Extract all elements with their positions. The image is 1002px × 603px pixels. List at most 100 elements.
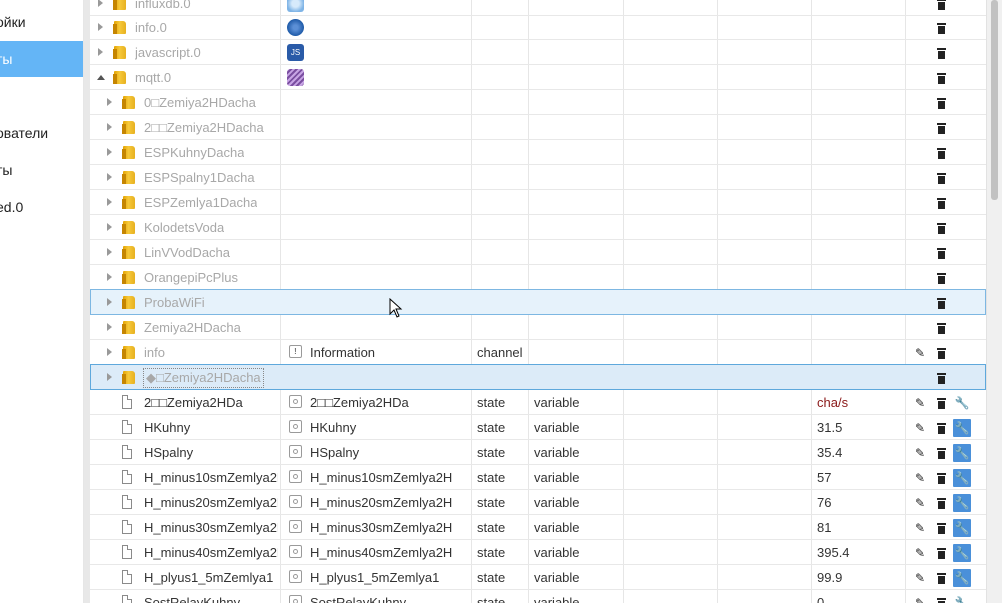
state-value[interactable]: 76 bbox=[817, 495, 831, 510]
expand-toggle[interactable] bbox=[107, 223, 112, 231]
tree-row-folder-hovered[interactable]: ProbaWiFi bbox=[90, 289, 986, 315]
sidebar-item-settings[interactable]: ойки bbox=[0, 4, 83, 40]
delete-icon[interactable] bbox=[932, 444, 950, 462]
tree-row-folder[interactable]: OrangepiPcPlus bbox=[90, 266, 986, 290]
delete-icon[interactable] bbox=[932, 419, 950, 437]
sidebar-item-objects[interactable]: ты bbox=[0, 41, 83, 77]
wrench-icon[interactable]: 🔧 bbox=[953, 594, 971, 603]
delete-icon[interactable] bbox=[932, 344, 950, 362]
delete-icon[interactable] bbox=[932, 394, 950, 412]
state-row[interactable]: H_minus40smZemlya2H H_minus40smZemlya2H … bbox=[90, 541, 986, 565]
tree-row-folder[interactable]: 2□□Zemiya2HDacha bbox=[90, 116, 986, 140]
delete-icon[interactable] bbox=[932, 469, 950, 487]
tree-row-info-adapter[interactable]: info.0 bbox=[90, 16, 986, 40]
tree-row-folder[interactable]: Zemiya2HDacha bbox=[90, 316, 986, 340]
expand-toggle[interactable] bbox=[107, 148, 112, 156]
delete-icon[interactable] bbox=[932, 369, 950, 387]
tree-row-folder[interactable]: ESPZemlya1Dacha bbox=[90, 191, 986, 215]
delete-icon[interactable] bbox=[932, 494, 950, 512]
delete-icon[interactable] bbox=[932, 319, 950, 337]
edit-icon[interactable]: ✎ bbox=[911, 569, 929, 587]
edit-icon[interactable]: ✎ bbox=[911, 344, 929, 362]
state-value[interactable]: 99.9 bbox=[817, 570, 842, 585]
state-row[interactable]: H_minus20smZemlya2H H_minus20smZemlya2H … bbox=[90, 491, 986, 515]
state-value[interactable]: 0 bbox=[817, 595, 824, 603]
state-row[interactable]: SostRelayKuhny SostRelayKuhny state vari… bbox=[90, 591, 986, 603]
edit-icon[interactable]: ✎ bbox=[911, 419, 929, 437]
delete-icon[interactable] bbox=[932, 44, 950, 62]
state-value[interactable]: 57 bbox=[817, 470, 831, 485]
delete-icon[interactable] bbox=[932, 244, 950, 262]
delete-icon[interactable] bbox=[932, 594, 950, 603]
expand-toggle[interactable] bbox=[98, 48, 103, 56]
delete-icon[interactable] bbox=[932, 269, 950, 287]
sidebar-item-events[interactable]: ты bbox=[0, 152, 83, 188]
edit-icon[interactable]: ✎ bbox=[911, 494, 929, 512]
delete-icon[interactable] bbox=[932, 169, 950, 187]
state-value[interactable]: 35.4 bbox=[817, 445, 842, 460]
tree-row-folder[interactable]: 0□Zemiya2HDacha bbox=[90, 91, 986, 115]
edit-icon[interactable]: ✎ bbox=[911, 544, 929, 562]
tree-row-folder[interactable]: ESPSpalny1Dacha bbox=[90, 166, 986, 190]
delete-icon[interactable] bbox=[932, 69, 950, 87]
expand-toggle[interactable] bbox=[98, 0, 103, 7]
tree-row-folder-selected[interactable]: ◆□Zemiya2HDacha bbox=[90, 364, 986, 390]
wrench-icon[interactable]: 🔧 bbox=[953, 544, 971, 562]
sidebar-item-instance[interactable]: ed.0 bbox=[0, 189, 83, 225]
edit-icon[interactable]: ✎ bbox=[911, 519, 929, 537]
state-value[interactable]: 395.4 bbox=[817, 545, 850, 560]
vertical-scrollbar[interactable] bbox=[986, 0, 1002, 603]
delete-icon[interactable] bbox=[932, 119, 950, 137]
state-row[interactable]: HSpalny HSpalny state variable 35.4 ✎ 🔧 bbox=[90, 441, 986, 465]
tree-row-folder[interactable]: KolodetsVoda bbox=[90, 216, 986, 240]
state-value[interactable]: 31.5 bbox=[817, 420, 842, 435]
delete-icon[interactable] bbox=[932, 144, 950, 162]
edit-icon[interactable]: ✎ bbox=[911, 469, 929, 487]
expand-toggle[interactable] bbox=[107, 248, 112, 256]
edit-icon[interactable]: ✎ bbox=[911, 444, 929, 462]
expand-toggle[interactable] bbox=[107, 373, 112, 381]
state-row[interactable]: H_plyus1_5mZemlya1 H_plyus1_5mZemlya1 st… bbox=[90, 566, 986, 590]
expand-toggle[interactable] bbox=[107, 348, 112, 356]
edit-icon[interactable]: ✎ bbox=[911, 594, 929, 603]
delete-icon[interactable] bbox=[932, 19, 950, 37]
tree-row-mqtt[interactable]: mqtt.0 bbox=[90, 66, 986, 90]
expand-toggle[interactable] bbox=[98, 23, 103, 31]
tree-row-folder[interactable]: ESPKuhnyDacha bbox=[90, 141, 986, 165]
expand-toggle[interactable] bbox=[107, 123, 112, 131]
delete-icon[interactable] bbox=[932, 94, 950, 112]
state-value[interactable]: 81 bbox=[817, 520, 831, 535]
wrench-icon[interactable]: 🔧 bbox=[953, 519, 971, 537]
tree-row-folder[interactable]: LinVVodDacha bbox=[90, 241, 986, 265]
expand-toggle[interactable] bbox=[107, 273, 112, 281]
tree-row-influxdb[interactable]: influxdb.0 bbox=[90, 0, 986, 16]
delete-icon[interactable] bbox=[932, 519, 950, 537]
collapse-toggle[interactable] bbox=[97, 75, 105, 80]
edit-icon[interactable]: ✎ bbox=[911, 394, 929, 412]
state-row[interactable]: HKuhny HKuhny state variable 31.5 ✎ 🔧 bbox=[90, 416, 986, 440]
wrench-icon[interactable]: 🔧 bbox=[953, 394, 971, 412]
expand-toggle[interactable] bbox=[107, 323, 112, 331]
state-row[interactable]: 2□□Zemiya2HDa 2□□Zemiya2HDa state variab… bbox=[90, 391, 986, 415]
delete-icon[interactable] bbox=[932, 0, 950, 13]
wrench-icon[interactable]: 🔧 bbox=[953, 569, 971, 587]
scrollbar-thumb[interactable] bbox=[991, 0, 998, 200]
delete-icon[interactable] bbox=[932, 569, 950, 587]
wrench-icon[interactable]: 🔧 bbox=[953, 469, 971, 487]
delete-icon[interactable] bbox=[932, 219, 950, 237]
delete-icon[interactable] bbox=[932, 194, 950, 212]
state-value[interactable]: cha/s bbox=[817, 395, 848, 410]
delete-icon[interactable] bbox=[932, 294, 950, 312]
tree-row-info-channel[interactable]: info ! Information channel ✎ bbox=[90, 341, 986, 365]
state-row[interactable]: H_minus30smZemlya2H H_minus30smZemlya2H … bbox=[90, 516, 986, 540]
expand-toggle[interactable] bbox=[107, 98, 112, 106]
state-row[interactable]: H_minus10smZemlya2H H_minus10smZemlya2H … bbox=[90, 466, 986, 490]
delete-icon[interactable] bbox=[932, 544, 950, 562]
sidebar-item-users[interactable]: ователи bbox=[0, 115, 83, 151]
tree-row-javascript[interactable]: javascript.0 JS bbox=[90, 41, 986, 65]
wrench-icon[interactable]: 🔧 bbox=[953, 494, 971, 512]
wrench-icon[interactable]: 🔧 bbox=[953, 419, 971, 437]
wrench-icon[interactable]: 🔧 bbox=[953, 444, 971, 462]
expand-toggle[interactable] bbox=[107, 198, 112, 206]
expand-toggle[interactable] bbox=[107, 173, 112, 181]
